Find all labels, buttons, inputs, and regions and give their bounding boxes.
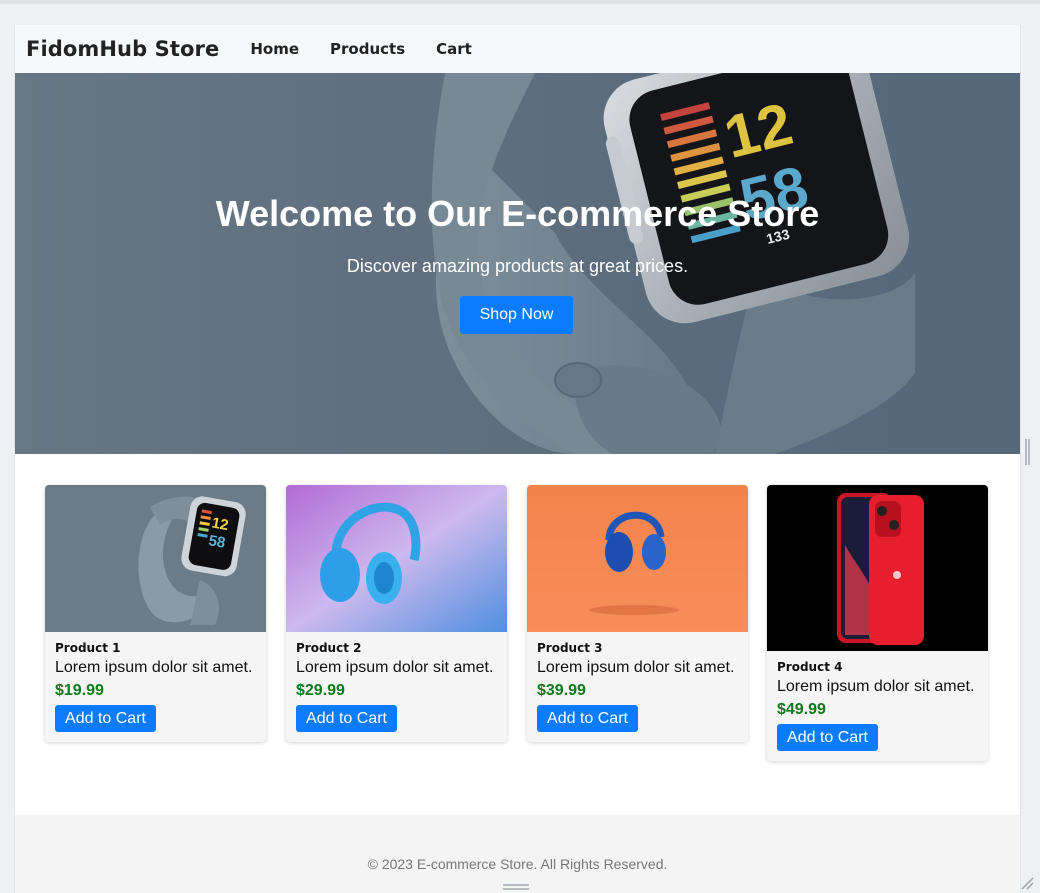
hero-subtitle: Discover amazing products at great price… bbox=[346, 256, 689, 276]
product-price: $29.99 bbox=[296, 682, 345, 699]
brand-logo[interactable]: FidomHub Store bbox=[26, 37, 219, 61]
page-frame: FidomHub Store Home Products Cart 12 58 … bbox=[14, 25, 1021, 893]
corner-resize-icon[interactable] bbox=[1020, 876, 1034, 890]
product-image-headphones-navy[interactable] bbox=[527, 485, 748, 632]
product-card-body: Product 1 Lorem ipsum dolor sit amet. $1… bbox=[45, 632, 266, 742]
product-name: Product 2 bbox=[296, 641, 362, 655]
product-description: Lorem ipsum dolor sit amet. bbox=[296, 659, 494, 676]
product-card-body: Product 4 Lorem ipsum dolor sit amet. $4… bbox=[767, 651, 988, 761]
product-image-smartphone-red[interactable] bbox=[767, 485, 988, 651]
product-price: $19.99 bbox=[55, 682, 104, 699]
shop-now-button[interactable]: Shop Now bbox=[460, 296, 573, 334]
add-to-cart-button[interactable]: Add to Cart bbox=[55, 705, 156, 732]
product-price: $39.99 bbox=[537, 682, 586, 699]
footer-copyright: © 2023 E-commerce Store. All Rights Rese… bbox=[367, 856, 668, 872]
product-card-body: Product 3 Lorem ipsum dolor sit amet. $3… bbox=[527, 632, 748, 742]
nav-link-home[interactable]: Home bbox=[250, 40, 299, 58]
product-name: Product 1 bbox=[55, 641, 121, 655]
product-card: Product 2 Lorem ipsum dolor sit amet. $2… bbox=[286, 485, 507, 742]
add-to-cart-button[interactable]: Add to Cart bbox=[296, 705, 397, 732]
product-image-headphones-blue[interactable] bbox=[286, 485, 507, 632]
side-resize-handle[interactable] bbox=[1025, 439, 1030, 465]
product-description: Lorem ipsum dolor sit amet. bbox=[55, 659, 253, 676]
add-to-cart-button[interactable]: Add to Cart bbox=[777, 724, 878, 751]
hero-banner: 12 58 133 Welcome to Our E-commerce Stor… bbox=[15, 73, 1020, 454]
browser-top-strip bbox=[0, 0, 1040, 4]
navbar: FidomHub Store Home Products Cart bbox=[15, 25, 1020, 73]
product-grid: 12 58 Product 1 Lorem ipsum dolor sit am… bbox=[45, 485, 990, 775]
nav-link-cart[interactable]: Cart bbox=[436, 40, 472, 58]
add-to-cart-button[interactable]: Add to Cart bbox=[537, 705, 638, 732]
bottom-resize-handle[interactable] bbox=[503, 884, 529, 890]
nav-link-products[interactable]: Products bbox=[330, 40, 405, 58]
product-name: Product 4 bbox=[777, 660, 843, 674]
product-name: Product 3 bbox=[537, 641, 603, 655]
product-card-body: Product 2 Lorem ipsum dolor sit amet. $2… bbox=[286, 632, 507, 742]
product-card: 12 58 Product 1 Lorem ipsum dolor sit am… bbox=[45, 485, 266, 742]
product-1-watch-minutes: 58 bbox=[207, 532, 226, 552]
footer: © 2023 E-commerce Store. All Rights Rese… bbox=[15, 815, 1020, 893]
product-description: Lorem ipsum dolor sit amet. bbox=[777, 678, 975, 695]
product-image-smartwatch[interactable]: 12 58 bbox=[45, 485, 266, 632]
product-description: Lorem ipsum dolor sit amet. bbox=[537, 659, 735, 676]
product-card: Product 4 Lorem ipsum dolor sit amet. $4… bbox=[767, 485, 988, 761]
product-card: Product 3 Lorem ipsum dolor sit amet. $3… bbox=[527, 485, 748, 742]
hero-title: Welcome to Our E-commerce Store bbox=[215, 193, 820, 234]
product-1-watch-hours: 12 bbox=[210, 514, 229, 534]
product-price: $49.99 bbox=[777, 701, 826, 718]
